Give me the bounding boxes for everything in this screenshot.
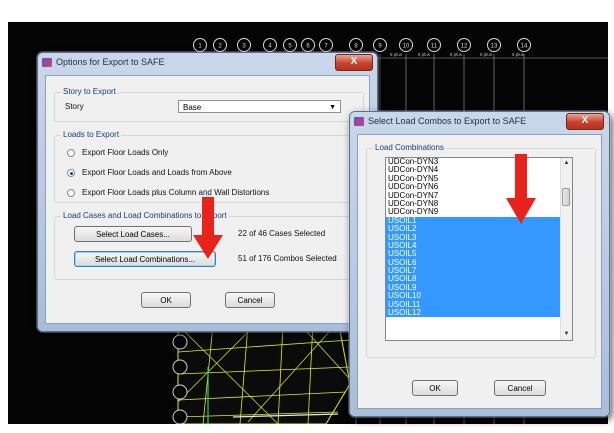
scroll-down-icon[interactable]: ▼ xyxy=(561,329,572,340)
story-group-label: Story to Export xyxy=(61,87,118,96)
grid-bubble-label: 6 xyxy=(306,44,310,50)
story-label: Story xyxy=(65,102,84,111)
list-item[interactable]: USOIL12 xyxy=(386,308,560,318)
story-group: Story to Export Story Base ▼ xyxy=(54,87,364,122)
load-combinations-group: Load Combinations UDCon-DYN3 UDCon-DYN4 UD… xyxy=(366,143,596,358)
load-combinations-group-label: Load Combinations xyxy=(373,143,446,152)
left-grid-bubble xyxy=(172,409,188,424)
combos-dialog-title: Select Load Combos to Export to SAFE xyxy=(368,116,527,126)
chevron-down-icon: ▼ xyxy=(329,104,336,111)
grid-dimension-label: 6 plus xyxy=(512,52,525,57)
grid-dimensions: 8 plus 8 plus 8 plus 8 plus 6 plus xyxy=(390,52,525,57)
grid-dimension-label: 8 plus xyxy=(418,52,431,57)
app-icon xyxy=(354,117,364,126)
grid-bubble-label: 9 xyxy=(378,44,382,50)
grid-bubble-label: 8 xyxy=(354,44,358,50)
red-arrow-shape xyxy=(506,154,536,224)
cancel-button[interactable]: Cancel xyxy=(494,380,546,396)
grid-bubble-label: 12 xyxy=(461,44,468,50)
loads-radio-1[interactable] xyxy=(67,149,75,157)
slab-mesh xyxy=(177,319,351,424)
loads-group-label: Loads to Export xyxy=(61,130,122,139)
combos-status: 51 of 176 Combos Selected xyxy=(238,254,337,263)
left-grid-bubble xyxy=(172,334,188,350)
loads-group: Loads to Export Export Floor Loads Only E… xyxy=(54,130,364,203)
story-dropdown[interactable]: Base ▼ xyxy=(178,100,341,113)
left-grid-bubble xyxy=(172,384,188,400)
left-grid-bubble xyxy=(172,359,188,375)
loads-radio-label[interactable]: Export Floor Loads and Loads from Above xyxy=(82,168,232,177)
select-load-combos-dialog: Select Load Combos to Export to SAFE X L… xyxy=(349,111,610,417)
grid-dimension-label: 8 plus xyxy=(480,52,493,57)
close-icon[interactable]: X xyxy=(566,113,604,130)
grid-bubbles: 1 2 3 4 5 6 7 8 9 10 11 12 13 14 xyxy=(193,38,531,52)
grid-bubble-label: 4 xyxy=(268,44,272,50)
cases-status: 22 of 46 Cases Selected xyxy=(238,229,326,238)
load-combinations-list[interactable]: UDCon-DYN3 UDCon-DYN4 UDCon-DYN5 UDCon-DYN6… xyxy=(385,157,573,341)
list-scrollbar[interactable]: ▲ ▼ xyxy=(560,158,572,340)
export-dialog-title: Options for Export to SAFE xyxy=(56,57,165,67)
grid-dimension-label: 8 plus xyxy=(390,52,403,57)
loads-radio-label[interactable]: Export Floor Loads plus Column and Wall … xyxy=(82,188,269,197)
grid-bubble-label: 14 xyxy=(521,44,528,50)
grid-bubble-label: 1 xyxy=(198,44,202,50)
app-icon xyxy=(42,58,52,67)
ok-button[interactable]: OK xyxy=(412,380,458,396)
grid-bubble-label: 5 xyxy=(288,44,292,50)
loads-radio-label[interactable]: Export Floor Loads Only xyxy=(82,148,168,157)
loads-radio-2[interactable] xyxy=(67,169,75,177)
red-arrow-icon xyxy=(193,197,223,259)
ok-button[interactable]: OK xyxy=(141,292,191,308)
select-load-cases-button[interactable]: Select Load Cases... xyxy=(74,226,192,242)
screenshot: 1 2 3 4 5 6 7 8 9 10 11 12 13 14 8 plus 8 plus 8 plus 8 … xyxy=(0,0,614,433)
grid-bubble-label: 2 xyxy=(218,44,222,50)
grid-bubble-label: 7 xyxy=(324,44,328,50)
red-arrow-icon xyxy=(506,154,536,224)
combos-dialog-titlebar[interactable]: Select Load Combos to Export to SAFE X xyxy=(350,112,609,132)
grid-bubble-label: 11 xyxy=(431,44,438,50)
scroll-thumb[interactable] xyxy=(562,188,570,206)
red-arrow-shape xyxy=(193,197,223,259)
grid-dimension-label: 8 plus xyxy=(450,52,463,57)
grid-bubble-label: 13 xyxy=(491,44,498,50)
export-dialog-titlebar[interactable]: Options for Export to SAFE X xyxy=(38,53,377,73)
close-icon[interactable]: X xyxy=(335,54,373,71)
grid-bubble-label: 10 xyxy=(403,44,410,50)
slab-outline xyxy=(177,319,351,424)
combos-dialog-client: Load Combinations UDCon-DYN3 UDCon-DYN4 UD… xyxy=(357,134,602,409)
scroll-up-icon[interactable]: ▲ xyxy=(561,158,572,169)
story-dropdown-value: Base xyxy=(183,103,202,112)
cancel-button[interactable]: Cancel xyxy=(225,292,275,308)
grid-bubble-label: 3 xyxy=(242,44,246,50)
export-options-dialog: Options for Export to SAFE X Story to Ex… xyxy=(37,52,378,332)
loads-radio-3[interactable] xyxy=(67,189,75,197)
